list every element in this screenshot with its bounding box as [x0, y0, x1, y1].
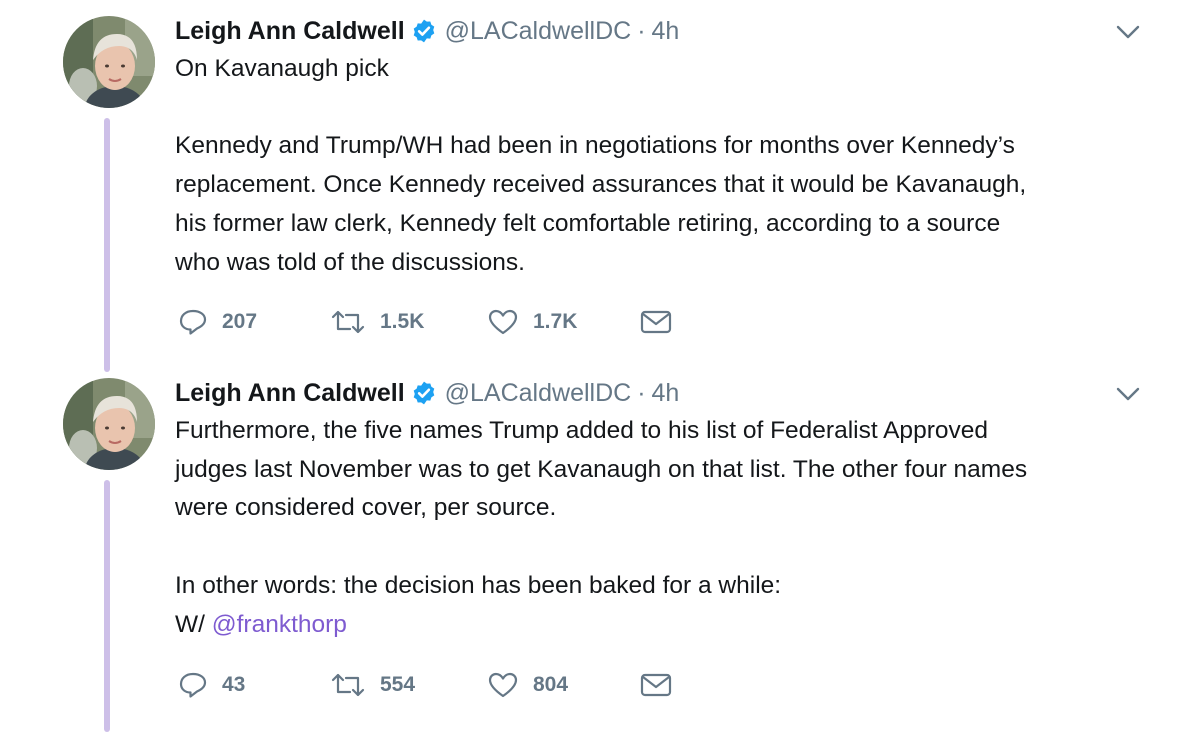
direct-message-button[interactable] [639, 309, 673, 335]
tweet-line: his former law clerk, Kennedy felt comfo… [175, 209, 1001, 237]
mention-link[interactable]: @frankthorp [212, 611, 347, 638]
reply-count: 207 [222, 310, 258, 333]
separator-dot: · [637, 16, 646, 45]
author-name[interactable]: Leigh Ann Caldwell [175, 17, 405, 46]
tweet-header: Leigh Ann Caldwell @LACaldwellDC · 4h [175, 376, 679, 410]
direct-message-button[interactable] [639, 672, 673, 698]
heart-icon [488, 672, 518, 698]
avatar[interactable] [63, 378, 155, 470]
line-prefix: W/ [175, 610, 212, 638]
like-count: 1.7K [533, 310, 578, 333]
heart-icon [488, 309, 518, 335]
tweet-text: Furthermore, the five names Trump added … [175, 412, 1135, 644]
tweet[interactable]: Leigh Ann Caldwell @LACaldwellDC · 4h Fu… [0, 362, 1200, 739]
avatar[interactable] [63, 16, 155, 108]
retweet-button[interactable]: 1.5K [330, 309, 424, 335]
chevron-down-icon[interactable] [1114, 22, 1142, 42]
reply-count: 43 [222, 673, 246, 696]
verified-badge-icon [411, 380, 437, 406]
reply-icon [179, 309, 207, 335]
thread-line [104, 118, 110, 372]
tweet-line: were considered cover, per source. [175, 494, 557, 522]
tweet-line: who was told of the discussions. [175, 248, 525, 276]
like-count: 804 [533, 673, 569, 696]
chevron-down-icon[interactable] [1114, 384, 1142, 404]
tweet-line: On Kavanaugh pick [175, 55, 389, 82]
retweet-icon [331, 673, 365, 697]
timestamp[interactable]: 4h [652, 379, 680, 408]
like-button[interactable]: 804 [487, 671, 568, 699]
tweet-line: W/ @frankthorp [175, 606, 1135, 645]
tweet-line: Kennedy and Trump/WH had been in negotia… [175, 132, 1015, 160]
retweet-count: 554 [380, 673, 416, 696]
tweet-line: In other words: the decision has been ba… [175, 571, 782, 599]
verified-badge-icon [411, 18, 437, 44]
reply-button[interactable]: 43 [178, 671, 245, 699]
author-handle[interactable]: @LACaldwellDC [445, 17, 632, 46]
tweet-line: Furthermore, the five names Trump added … [175, 417, 988, 444]
tweet-text: On Kavanaugh pick Kennedy and Trump/WH h… [175, 50, 1135, 282]
reply-icon [179, 672, 207, 698]
author-name[interactable]: Leigh Ann Caldwell [175, 379, 405, 408]
tweet[interactable]: Leigh Ann Caldwell @LACaldwellDC · 4h On… [0, 0, 1200, 372]
envelope-icon [640, 673, 672, 697]
tweet-line: judges last November was to get Kavanaug… [175, 455, 1028, 483]
tweet-line: replacement. Once Kennedy received assur… [175, 171, 1027, 199]
separator-dot: · [637, 378, 646, 407]
envelope-icon [640, 310, 672, 334]
retweet-icon [331, 310, 365, 334]
reply-button[interactable]: 207 [178, 308, 257, 336]
retweet-button[interactable]: 554 [330, 672, 415, 698]
author-handle[interactable]: @LACaldwellDC [445, 379, 632, 408]
retweet-count: 1.5K [380, 310, 425, 333]
like-button[interactable]: 1.7K [487, 308, 577, 336]
thread-line [104, 480, 110, 732]
timestamp[interactable]: 4h [652, 17, 680, 46]
tweet-header: Leigh Ann Caldwell @LACaldwellDC · 4h [175, 14, 679, 48]
